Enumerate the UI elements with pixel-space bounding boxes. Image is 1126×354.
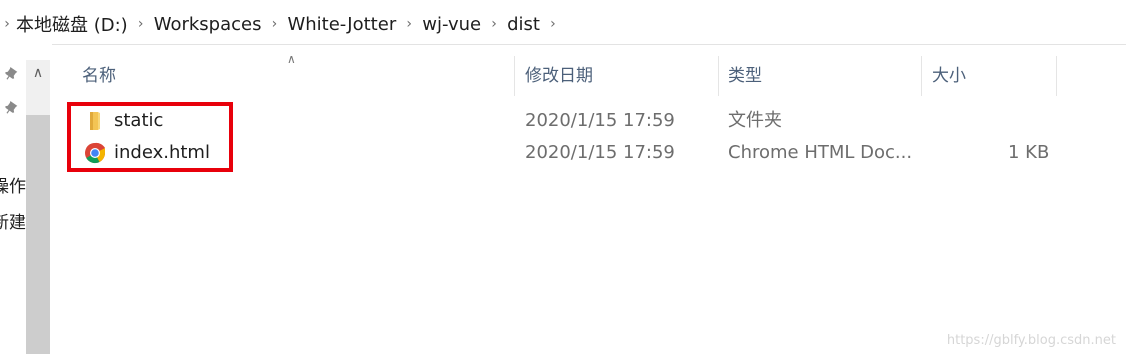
pin-icon[interactable] bbox=[4, 100, 22, 118]
breadcrumb-item-drive[interactable]: 本地磁盘 (D:) bbox=[14, 11, 130, 37]
chevron-right-icon[interactable]: › bbox=[398, 16, 420, 32]
column-header-name[interactable]: 名称 bbox=[82, 56, 512, 96]
breadcrumb: › 本地磁盘 (D:) › Workspaces › White-Jotter … bbox=[0, 11, 564, 37]
highlight-box bbox=[67, 102, 233, 172]
nav-item-partial[interactable]: 操作 bbox=[0, 172, 26, 197]
column-divider[interactable] bbox=[514, 56, 515, 96]
scroll-up-icon[interactable]: ∧ bbox=[26, 60, 50, 86]
breadcrumb-item-white-jotter[interactable]: White-Jotter bbox=[285, 14, 398, 35]
breadcrumb-item-workspaces[interactable]: Workspaces bbox=[152, 14, 264, 35]
file-modified: 2020/1/15 17:59 bbox=[525, 110, 675, 131]
chevron-right-icon[interactable]: › bbox=[0, 16, 14, 32]
column-header-type[interactable]: 类型 bbox=[728, 56, 918, 96]
watermark: https://gblfy.blog.csdn.net bbox=[946, 333, 1116, 348]
column-header-size[interactable]: 大小 bbox=[932, 56, 1052, 96]
column-header-modified[interactable]: 修改日期 bbox=[525, 56, 715, 96]
chevron-right-icon[interactable]: › bbox=[483, 16, 505, 32]
file-type: 文件夹 bbox=[728, 110, 782, 131]
breadcrumb-item-dist[interactable]: dist bbox=[505, 14, 542, 35]
chevron-right-icon[interactable]: › bbox=[130, 16, 152, 32]
chevron-right-icon[interactable]: › bbox=[263, 16, 285, 32]
column-divider[interactable] bbox=[718, 56, 719, 96]
file-size: 1 KB bbox=[1008, 142, 1050, 163]
column-divider[interactable] bbox=[921, 56, 922, 96]
breadcrumb-item-wj-vue[interactable]: wj-vue bbox=[420, 14, 483, 35]
nav-scrollbar-thumb[interactable] bbox=[26, 115, 50, 354]
address-bar[interactable]: › 本地磁盘 (D:) › Workspaces › White-Jotter … bbox=[0, 0, 1126, 45]
file-modified: 2020/1/15 17:59 bbox=[525, 142, 675, 163]
nav-item-partial[interactable]: 新建 bbox=[0, 208, 26, 233]
column-divider[interactable] bbox=[1056, 56, 1057, 96]
chevron-right-icon[interactable]: › bbox=[542, 16, 564, 32]
pin-icon[interactable] bbox=[4, 66, 22, 84]
file-type: Chrome HTML Doc... bbox=[728, 142, 913, 163]
